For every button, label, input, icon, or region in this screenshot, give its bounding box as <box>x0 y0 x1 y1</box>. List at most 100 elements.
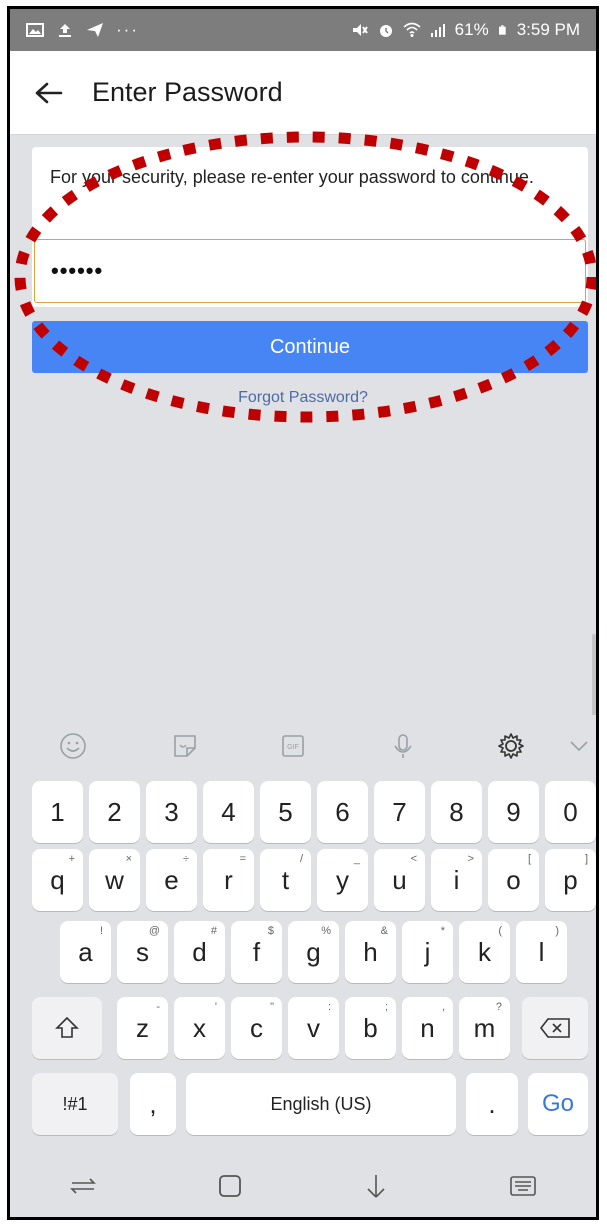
space-key[interactable]: English (US) <box>186 1073 456 1135</box>
keyboard-toolbar: GIF <box>10 715 596 777</box>
continue-button[interactable]: Continue <box>32 321 588 373</box>
key-3[interactable]: 3 <box>146 781 197 843</box>
key-v[interactable]: v: <box>288 997 339 1059</box>
password-card: For your security, please re-enter your … <box>32 147 588 307</box>
space-key-label: English (US) <box>270 1093 372 1114</box>
key-b[interactable]: b; <box>345 997 396 1059</box>
wifi-icon <box>403 22 421 37</box>
key-c-alt-char: " <box>270 1001 274 1013</box>
key-u-label: u <box>392 864 407 895</box>
key-l[interactable]: l) <box>516 921 567 983</box>
status-bar: ··· 61% 3:59 PM <box>10 9 596 51</box>
key-n-label: n <box>420 1012 435 1043</box>
comma-key[interactable]: , <box>130 1073 176 1135</box>
sticker-icon[interactable] <box>170 731 200 761</box>
key-t[interactable]: t / <box>260 849 311 911</box>
key-s[interactable]: s @ <box>117 921 168 983</box>
key-g[interactable]: g% <box>288 921 339 983</box>
home-icon[interactable] <box>210 1166 250 1206</box>
forgot-password-link[interactable]: Forgot Password? <box>10 389 596 407</box>
key-2[interactable]: 2 <box>89 781 140 843</box>
key-d[interactable]: d # <box>174 921 225 983</box>
key-j-alt-char: * <box>440 925 445 937</box>
key-l-alt-char: ) <box>555 925 559 937</box>
key-l-label: l <box>538 936 545 967</box>
settings-icon[interactable] <box>496 731 526 761</box>
key-5[interactable]: 5 <box>260 781 311 843</box>
mic-icon[interactable] <box>388 731 418 761</box>
key-8[interactable]: 8 <box>431 781 482 843</box>
key-6[interactable]: 6 <box>317 781 368 843</box>
key-z[interactable]: z- <box>117 997 168 1059</box>
recents-icon[interactable] <box>63 1166 103 1206</box>
back-button[interactable] <box>32 76 66 110</box>
back-icon[interactable] <box>356 1166 396 1206</box>
key-m[interactable]: m? <box>459 997 510 1059</box>
key-8-label: 8 <box>449 796 464 827</box>
key-h[interactable]: h & <box>345 921 396 983</box>
key-4[interactable]: 4 <box>203 781 254 843</box>
key-j[interactable]: j * <box>402 921 453 983</box>
key-3-label: 3 <box>164 796 179 827</box>
key-a[interactable]: a! <box>60 921 111 983</box>
key-u-alt-char: < <box>410 853 417 865</box>
key-f[interactable]: f $ <box>231 921 282 983</box>
key-i[interactable]: i > <box>431 849 482 911</box>
key-x-alt-char: ' <box>214 1001 217 1013</box>
key-7[interactable]: 7 <box>374 781 425 843</box>
key-f-label: f <box>252 936 261 967</box>
password-input[interactable]: •••••• <box>34 239 586 303</box>
key-c[interactable]: c " <box>231 997 282 1059</box>
key-p-alt-char: ] <box>584 853 588 865</box>
keyboard-icon[interactable] <box>503 1166 543 1206</box>
key-w-alt-char: × <box>125 853 132 865</box>
period-key[interactable]: . <box>466 1073 518 1135</box>
signal-icon <box>430 24 445 37</box>
key-y-alt-char: _ <box>353 853 360 865</box>
key-q-label: q <box>50 864 65 895</box>
phone-frame: ··· 61% 3:59 PM Enter Password For your … <box>7 6 599 1220</box>
key-n[interactable]: n, <box>402 997 453 1059</box>
key-0[interactable]: 0 <box>545 781 596 843</box>
key-k[interactable]: k( <box>459 921 510 983</box>
shift-icon <box>55 1016 79 1038</box>
gif-icon[interactable]: GIF <box>278 731 308 761</box>
key-w[interactable]: w × <box>89 849 140 911</box>
key-e[interactable]: e ÷ <box>146 849 197 911</box>
key-p[interactable]: p] <box>545 849 596 911</box>
app-bar: Enter Password <box>10 51 596 135</box>
key-r[interactable]: r = <box>203 849 254 911</box>
key-x[interactable]: x ' <box>174 997 225 1059</box>
arrow-left-icon <box>35 82 63 103</box>
key-m-alt-char: ? <box>495 1001 502 1013</box>
key-7-label: 7 <box>392 796 407 827</box>
key-k-alt-char: ( <box>498 925 502 937</box>
go-key[interactable]: Go <box>528 1073 588 1135</box>
emoji-icon[interactable] <box>58 731 88 761</box>
key-6-label: 6 <box>335 796 350 827</box>
key-c-label: c <box>250 1012 263 1043</box>
key-q[interactable]: q + <box>32 849 83 911</box>
key-o-label: o <box>506 864 521 895</box>
key-9[interactable]: 9 <box>488 781 539 843</box>
collapse-icon[interactable] <box>564 731 594 761</box>
key-i-label: i <box>453 864 460 895</box>
alarm-icon <box>379 25 392 37</box>
key-y-label: y <box>336 864 349 895</box>
key-y[interactable]: y _ <box>317 849 368 911</box>
key-u[interactable]: u < <box>374 849 425 911</box>
key-m-label: m <box>473 1012 496 1043</box>
key-1[interactable]: 1 <box>32 781 83 843</box>
key-5-label: 5 <box>278 796 293 827</box>
symbols-key[interactable]: !#1 <box>32 1073 118 1135</box>
key-v-label: v <box>307 1012 320 1043</box>
key-k-label: k <box>478 936 491 967</box>
key-f-alt-char: $ <box>267 925 274 937</box>
key-o[interactable]: o[ <box>488 849 539 911</box>
system-nav-bar <box>10 1155 596 1217</box>
shift-key[interactable] <box>32 997 102 1059</box>
backspace-icon <box>539 1018 570 1038</box>
key-d-alt-char: # <box>210 925 217 937</box>
key-2-label: 2 <box>107 796 122 827</box>
backspace-key[interactable] <box>522 997 588 1059</box>
